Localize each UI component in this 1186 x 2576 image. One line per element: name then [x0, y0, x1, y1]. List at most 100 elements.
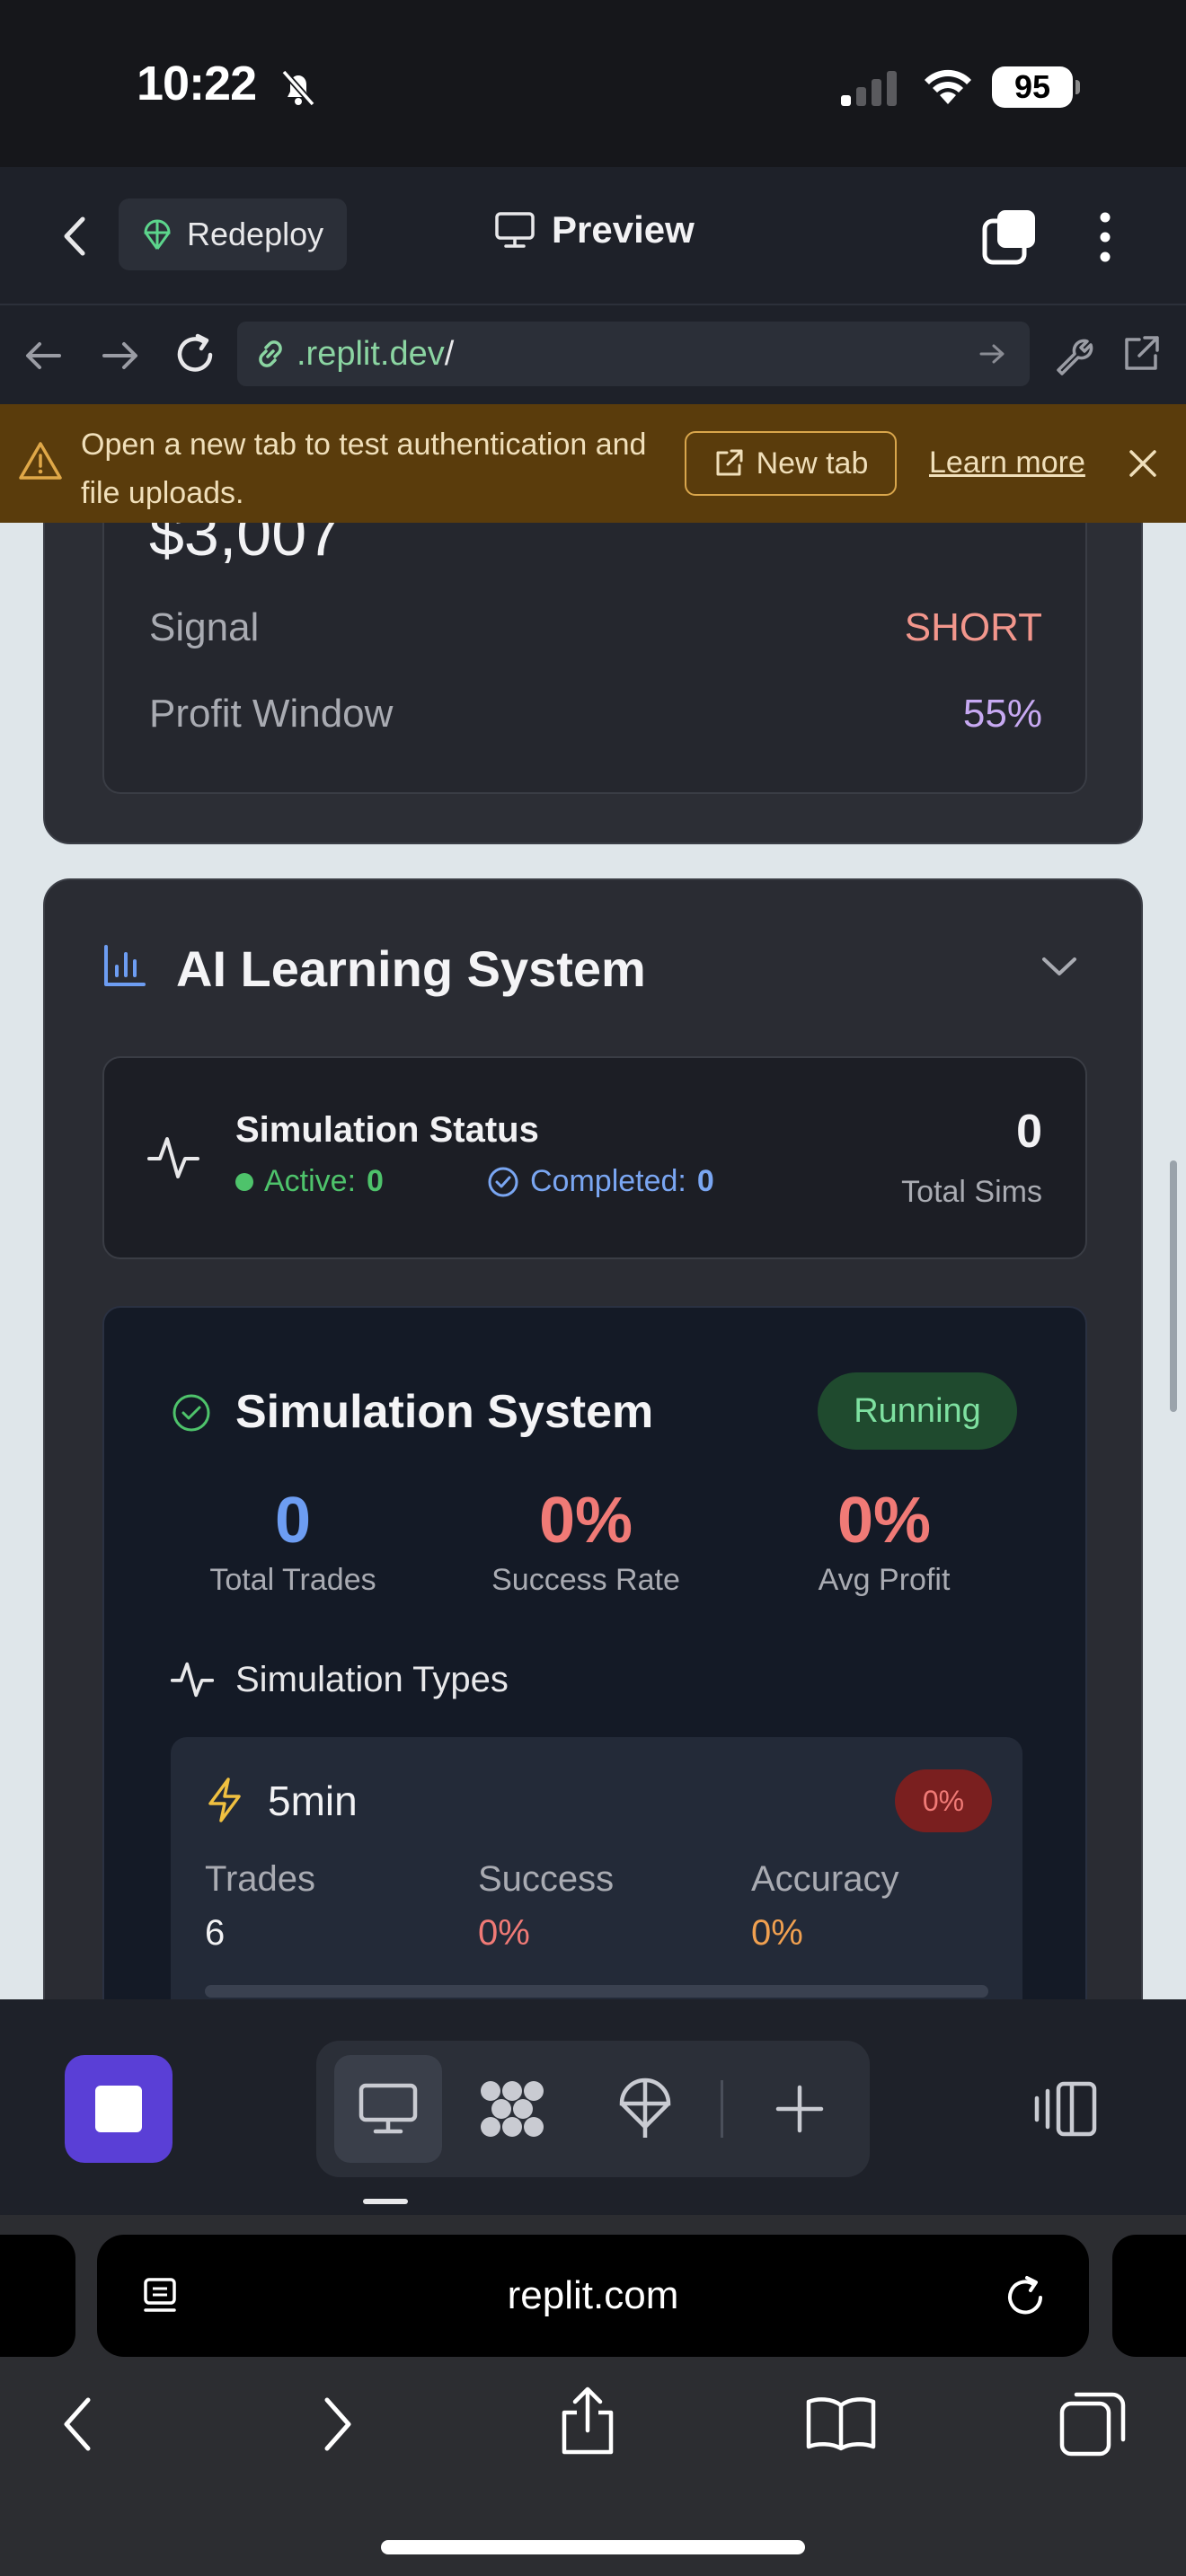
preview-tool-button[interactable] [334, 2055, 442, 2163]
safari-address-bar[interactable]: replit.com [97, 2235, 1089, 2357]
learn-more-link[interactable]: Learn more [929, 446, 1085, 481]
avg-profit-label: Avg Profit [818, 1563, 951, 1597]
monitor-icon [495, 212, 535, 248]
success-label: Success [478, 1859, 615, 1899]
preview-title: Preview [494, 208, 695, 251]
profit-window-label: Profit Window [149, 692, 394, 736]
warning-banner: Open a new tab to test authentication an… [0, 404, 1186, 523]
total-sims-label: Total Sims [901, 1175, 1042, 1209]
page-scrollbar[interactable] [1170, 1160, 1177, 1412]
go-arrow-icon[interactable] [978, 340, 1008, 368]
banner-message: Open a new tab to test authentication an… [81, 428, 647, 510]
sim-system-title: Simulation System [235, 1386, 654, 1438]
url-domain: .replit.dev [296, 334, 445, 373]
active-tool-indicator [363, 2199, 408, 2204]
signal-label: Signal [149, 605, 260, 649]
back-arrow-icon[interactable] [23, 338, 63, 374]
more-options-icon[interactable] [1094, 208, 1116, 266]
add-icon[interactable] [773, 2082, 827, 2136]
total-trades-stat: 0 Total Trades [176, 1484, 410, 1598]
share-icon[interactable] [557, 2386, 618, 2457]
price-value: $3,007 [149, 523, 342, 569]
battery-indicator: 95 [992, 66, 1080, 108]
safari-back-icon[interactable] [59, 2395, 95, 2454]
app-preview: $3,007 Signal SHORT Profit Window 55% AI… [0, 523, 1186, 1999]
trade-details: $3,007 Signal SHORT Profit Window 55% [102, 523, 1087, 794]
sim-type-badge: 0% [895, 1769, 992, 1832]
new-tab-label: New tab [756, 446, 869, 481]
completed-value: 0 [696, 1164, 714, 1198]
simulation-status-panel: Simulation Status Active: 0 Completed: 0… [102, 1056, 1087, 1259]
success-rate-value: 0% [538, 1485, 633, 1557]
wifi-icon [925, 69, 971, 104]
apps-grid-icon[interactable] [478, 2078, 546, 2139]
trade-card: $3,007 Signal SHORT Profit Window 55% [43, 523, 1143, 844]
bell-slash-icon [281, 69, 315, 107]
safari-forward-icon[interactable] [320, 2395, 356, 2454]
total-trades-label: Total Trades [209, 1563, 376, 1597]
open-external-icon[interactable] [1121, 334, 1161, 374]
redeploy-button[interactable]: Redeploy [119, 198, 347, 270]
active-label: Active: [264, 1164, 357, 1198]
success-rate-label: Success Rate [491, 1563, 680, 1597]
activity-icon [147, 1137, 199, 1178]
back-chevron-icon[interactable] [59, 214, 90, 259]
tool-switcher [316, 2041, 870, 2177]
stop-button[interactable] [65, 2055, 173, 2163]
trades-value: 6 [205, 1913, 226, 1953]
close-icon[interactable] [1127, 447, 1159, 480]
total-trades-value: 0 [274, 1485, 312, 1557]
check-circle-icon [488, 1167, 518, 1196]
devtools-wrench-icon[interactable] [1053, 334, 1094, 375]
page-menu-icon[interactable] [142, 2276, 183, 2317]
replit-toolbar [0, 1999, 1186, 2215]
next-tab-edge[interactable] [1112, 2235, 1186, 2357]
ai-learning-card: AI Learning System Simulation Status Act… [43, 878, 1143, 1999]
section-title: AI Learning System [176, 940, 646, 997]
reload-icon[interactable] [173, 332, 217, 377]
check-circle-icon [173, 1394, 210, 1432]
success-value: 0% [478, 1913, 530, 1953]
browser-bar: .replit.dev / [0, 305, 1186, 404]
replit-header: Redeploy Preview [0, 167, 1186, 305]
new-tab-button[interactable]: New tab [685, 431, 897, 496]
deploy-icon[interactable] [616, 2077, 674, 2141]
completed-label: Completed: [530, 1164, 686, 1198]
toolbar-divider [721, 2080, 723, 2138]
tabs-overview-icon[interactable] [1058, 2389, 1127, 2457]
home-indicator [381, 2540, 805, 2554]
redeploy-label: Redeploy [187, 216, 324, 252]
active-dot [235, 1172, 253, 1191]
status-bar: 10:22 95 [0, 0, 1186, 167]
collapse-chevron-icon[interactable] [1040, 954, 1078, 979]
split-view-icon[interactable] [1031, 2078, 1100, 2139]
previous-tab-edge[interactable] [0, 2235, 75, 2357]
tabs-switcher-icon[interactable] [981, 208, 1039, 266]
accuracy-value: 0% [751, 1913, 803, 1953]
reload-icon[interactable] [1003, 2274, 1048, 2319]
cellular-signal-icon [841, 71, 897, 106]
url-field[interactable]: .replit.dev / [237, 322, 1030, 386]
sim-type-name: 5min [268, 1778, 358, 1824]
lightning-icon [208, 1778, 241, 1822]
bookmarks-icon[interactable] [803, 2395, 879, 2452]
total-sims-value: 0 [1016, 1106, 1042, 1158]
clock: 10:22 [137, 57, 257, 110]
signal-value: SHORT [904, 605, 1042, 649]
completed-count: Completed: 0 [487, 1164, 714, 1199]
sim-status-title: Simulation Status [235, 1110, 539, 1150]
deploy-icon [144, 219, 171, 250]
sim-types-title: Simulation Types [235, 1660, 509, 1699]
active-value: 0 [367, 1164, 384, 1198]
external-link-icon [716, 449, 743, 476]
preview-label: Preview [552, 208, 695, 251]
stop-icon [95, 2086, 142, 2132]
link-icon [259, 340, 282, 367]
avg-profit-value: 0% [836, 1485, 932, 1557]
forward-arrow-icon[interactable] [101, 338, 140, 374]
progress-track [205, 1985, 988, 1998]
profit-window-value: 55% [962, 692, 1042, 736]
trades-label: Trades [205, 1859, 316, 1899]
sim-type-card: 5min 0% Trades 6 Success 0% Accuracy 0% [171, 1737, 1022, 1999]
accuracy-label: Accuracy [751, 1859, 899, 1899]
